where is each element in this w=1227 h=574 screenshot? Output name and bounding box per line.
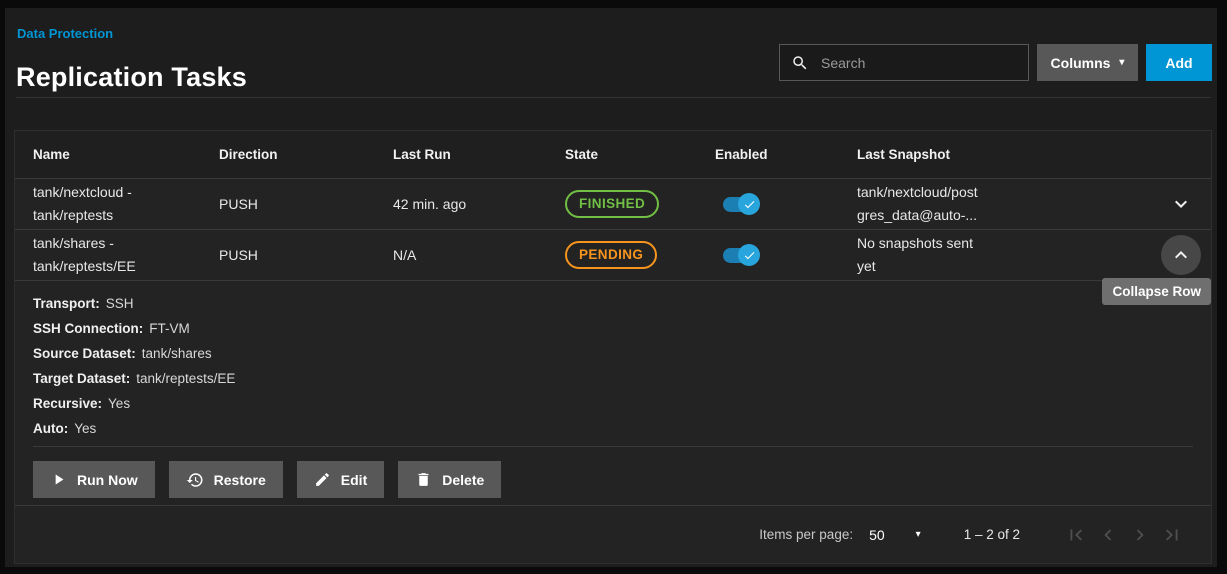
header-divider bbox=[16, 97, 1211, 98]
detail-recursive: Recursive: Yes bbox=[33, 396, 1193, 412]
add-button[interactable]: Add bbox=[1146, 44, 1212, 81]
page-title: Replication Tasks bbox=[16, 62, 247, 93]
chevron-up-icon bbox=[1169, 243, 1193, 267]
cell-last-snapshot: No snapshots sent yet bbox=[839, 232, 1155, 278]
detail-transport: Transport: SSH bbox=[33, 296, 1193, 312]
chevron-down-icon bbox=[1169, 192, 1193, 216]
detail-auto: Auto: Yes bbox=[33, 421, 1193, 437]
first-page-button[interactable] bbox=[1064, 523, 1088, 547]
enabled-toggle[interactable] bbox=[723, 193, 760, 215]
column-header-state[interactable]: State bbox=[547, 147, 697, 162]
detail-value: Yes bbox=[108, 396, 130, 411]
breadcrumb[interactable]: Data Protection bbox=[17, 26, 113, 41]
cell-last-snapshot: tank/nextcloud/postgres_data@auto-... bbox=[839, 181, 1155, 227]
column-header-name[interactable]: Name bbox=[15, 147, 201, 162]
pencil-icon bbox=[314, 471, 331, 488]
column-header-enabled[interactable]: Enabled bbox=[697, 147, 839, 162]
search-box[interactable] bbox=[779, 44, 1029, 81]
restore-button[interactable]: Restore bbox=[169, 461, 283, 498]
columns-button-label: Columns bbox=[1051, 55, 1111, 71]
collapse-row-button[interactable] bbox=[1161, 235, 1201, 275]
restore-icon bbox=[186, 471, 204, 489]
detail-label: Transport: bbox=[33, 296, 100, 311]
run-now-label: Run Now bbox=[77, 472, 138, 488]
detail-value: FT-VM bbox=[149, 321, 190, 336]
table-row[interactable]: tank/nextcloud - tank/reptests PUSH 42 m… bbox=[15, 179, 1211, 230]
page-range-label: 1 – 2 of 2 bbox=[964, 527, 1020, 542]
table-row[interactable]: tank/shares - tank/reptests/EE PUSH N/A … bbox=[15, 230, 1211, 281]
toggle-thumb bbox=[738, 244, 760, 266]
expand-row-button[interactable] bbox=[1161, 184, 1201, 224]
detail-value: SSH bbox=[106, 296, 134, 311]
check-icon bbox=[743, 249, 756, 262]
last-page-icon bbox=[1161, 524, 1183, 546]
chevron-down-icon: ▾ bbox=[1119, 58, 1124, 68]
detail-ssh-connection: SSH Connection: FT-VM bbox=[33, 321, 1193, 337]
column-header-direction[interactable]: Direction bbox=[201, 147, 375, 162]
detail-label: Source Dataset: bbox=[33, 346, 136, 361]
cell-name: tank/shares - tank/reptests/EE bbox=[15, 232, 183, 278]
toggle-thumb bbox=[738, 193, 760, 215]
search-input[interactable] bbox=[819, 54, 1017, 72]
paginator: Items per page: 50 ▾ 1 – 2 of 2 bbox=[15, 505, 1211, 563]
cell-direction: PUSH bbox=[201, 247, 375, 263]
detail-label: Recursive: bbox=[33, 396, 102, 411]
row-details-panel: Transport: SSH SSH Connection: FT-VM Sourc… bbox=[15, 281, 1211, 437]
cell-last-run: N/A bbox=[375, 247, 547, 263]
pager-buttons bbox=[1064, 523, 1184, 547]
last-snapshot-text: tank/nextcloud/postgres_data@auto-... bbox=[857, 181, 979, 227]
trash-icon bbox=[415, 471, 432, 488]
detail-value: tank/reptests/EE bbox=[136, 371, 235, 386]
delete-label: Delete bbox=[442, 472, 484, 488]
chevron-right-icon bbox=[1129, 524, 1151, 546]
next-page-button[interactable] bbox=[1128, 523, 1152, 547]
search-icon bbox=[791, 54, 809, 72]
replication-table: Name Direction Last Run State Enabled La… bbox=[14, 130, 1212, 564]
run-now-button[interactable]: Run Now bbox=[33, 461, 155, 498]
replication-tasks-page: Data Protection Replication Tasks Column… bbox=[5, 8, 1217, 567]
first-page-icon bbox=[1065, 524, 1087, 546]
detail-value: tank/shares bbox=[142, 346, 212, 361]
last-snapshot-text: No snapshots sent yet bbox=[857, 232, 979, 278]
state-badge[interactable]: FINISHED bbox=[565, 190, 659, 218]
items-per-page-label: Items per page: bbox=[759, 527, 853, 542]
state-badge[interactable]: PENDING bbox=[565, 241, 657, 269]
cell-last-run: 42 min. ago bbox=[375, 196, 547, 212]
column-header-last-run[interactable]: Last Run bbox=[375, 147, 547, 162]
detail-label: Target Dataset: bbox=[33, 371, 130, 386]
last-page-button[interactable] bbox=[1160, 523, 1184, 547]
check-icon bbox=[743, 198, 756, 211]
play-icon bbox=[50, 471, 67, 488]
edit-label: Edit bbox=[341, 472, 367, 488]
toolbar: Columns ▾ Add bbox=[779, 44, 1212, 81]
cell-name: tank/nextcloud - tank/reptests bbox=[15, 181, 183, 227]
page-size-select[interactable]: 50 ▾ bbox=[869, 527, 921, 543]
detail-label: Auto: bbox=[33, 421, 68, 436]
columns-button[interactable]: Columns ▾ bbox=[1037, 44, 1138, 81]
edit-button[interactable]: Edit bbox=[297, 461, 384, 498]
detail-label: SSH Connection: bbox=[33, 321, 143, 336]
column-header-last-snapshot[interactable]: Last Snapshot bbox=[839, 147, 1155, 162]
collapse-row-tooltip: Collapse Row bbox=[1102, 278, 1211, 305]
table-header-row: Name Direction Last Run State Enabled La… bbox=[15, 131, 1211, 179]
detail-target-dataset: Target Dataset: tank/reptests/EE bbox=[33, 371, 1193, 387]
chevron-left-icon bbox=[1097, 524, 1119, 546]
page-size-value: 50 bbox=[869, 527, 885, 543]
detail-value: Yes bbox=[74, 421, 96, 436]
restore-label: Restore bbox=[214, 472, 266, 488]
cell-direction: PUSH bbox=[201, 196, 375, 212]
chevron-down-icon: ▾ bbox=[916, 530, 921, 540]
enabled-toggle[interactable] bbox=[723, 244, 760, 266]
previous-page-button[interactable] bbox=[1096, 523, 1120, 547]
detail-source-dataset: Source Dataset: tank/shares bbox=[33, 346, 1193, 362]
delete-button[interactable]: Delete bbox=[398, 461, 501, 498]
